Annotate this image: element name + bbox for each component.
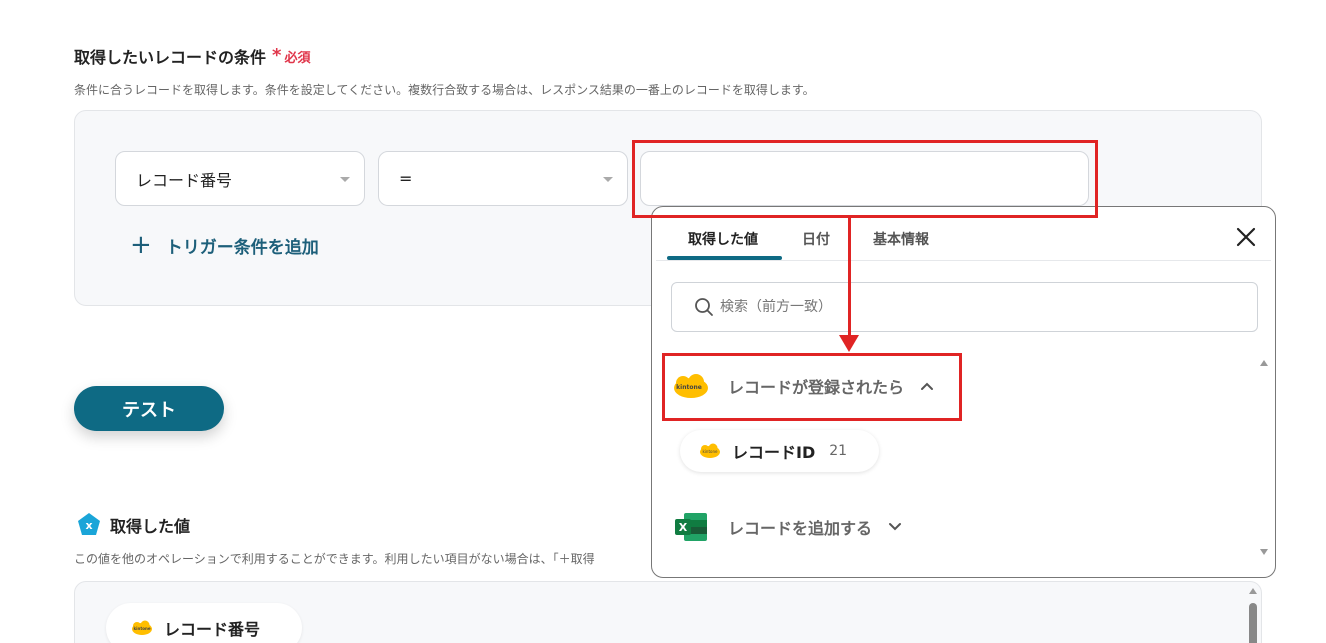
caret-down-icon [603, 177, 613, 182]
group-label: レコードを追加する [728, 519, 873, 538]
operator-select[interactable]: = [378, 151, 628, 206]
variable-chip-label: レコードID [732, 443, 816, 462]
yoom-logo-icon: x [78, 513, 100, 535]
condition-title-text: 取得したいレコードの条件 [74, 48, 267, 67]
acquired-chip[interactable]: kintone レコード番号 [106, 603, 302, 643]
tab-date[interactable]: 日付 [802, 229, 830, 249]
search-field[interactable] [671, 282, 1258, 332]
add-trigger-button[interactable]: + トリガー条件を追加 [130, 232, 319, 258]
plus-icon: + [130, 230, 152, 260]
group-label: レコードが登録されたら [728, 378, 905, 397]
kintone-icon: kintone [700, 443, 720, 458]
acquired-description: この値を他のオペレーションで利用することができます。利用したい項目がない場合は、… [74, 552, 595, 566]
asterisk-icon: * [272, 45, 282, 66]
required-text: 必須 [284, 50, 311, 66]
chevron-up-icon [921, 382, 934, 390]
kintone-icon: kintone [132, 620, 152, 635]
annotation-arrow-line [848, 217, 851, 337]
tab-acquired-values[interactable]: 取得した値 [688, 229, 758, 249]
annotation-arrow-head [839, 335, 859, 352]
excel-icon: X [675, 513, 707, 541]
tab-basic-info[interactable]: 基本情報 [873, 229, 929, 249]
search-icon [695, 298, 713, 316]
chevron-down-icon [889, 523, 902, 531]
field-select[interactable]: レコード番号 [115, 151, 365, 206]
tab-divider [656, 260, 1271, 261]
scrollbar-thumb[interactable] [1249, 603, 1257, 643]
acquired-title: x 取得した値 [76, 512, 190, 538]
value-input[interactable] [640, 151, 1089, 206]
caret-down-icon [340, 177, 350, 182]
condition-description: 条件に合うレコードを取得します。条件を設定してください。複数行合致する場合は、レ… [74, 83, 815, 97]
test-button[interactable]: テスト [74, 386, 224, 431]
operator-select-value: = [399, 169, 413, 188]
group-record-registered[interactable]: kintone レコードが登録されたら [672, 373, 934, 399]
scroll-down-arrow-icon[interactable] [1260, 549, 1268, 555]
add-trigger-label: トリガー条件を追加 [165, 237, 319, 258]
kintone-icon: kintone [674, 374, 708, 398]
svg-text:kintone: kintone [676, 384, 702, 391]
acquired-chip-label: レコード番号 [164, 620, 261, 639]
variable-chip-value: 21 [829, 443, 848, 459]
svg-text:X: X [679, 521, 688, 534]
acquired-title-text: 取得した値 [110, 517, 191, 536]
close-icon[interactable] [1234, 225, 1258, 249]
scroll-up-arrow-icon[interactable] [1249, 588, 1257, 594]
search-input[interactable] [720, 299, 1220, 315]
svg-text:kintone: kintone [133, 626, 150, 631]
condition-title: 取得したいレコードの条件 * 必須 [74, 44, 310, 68]
group-add-record[interactable]: X レコードを追加する [672, 512, 902, 542]
svg-text:x: x [85, 519, 92, 532]
svg-text:kintone: kintone [703, 449, 719, 454]
variable-chip-record-id[interactable]: kintone レコードID 21 [680, 430, 879, 472]
required-badge: * 必須 [272, 47, 310, 66]
scroll-up-arrow-icon[interactable] [1260, 360, 1268, 366]
variable-picker-popup: 取得した値 日付 基本情報 kintone レコードが登録されたら kinton… [651, 206, 1276, 578]
field-select-value: レコード番号 [136, 170, 233, 190]
